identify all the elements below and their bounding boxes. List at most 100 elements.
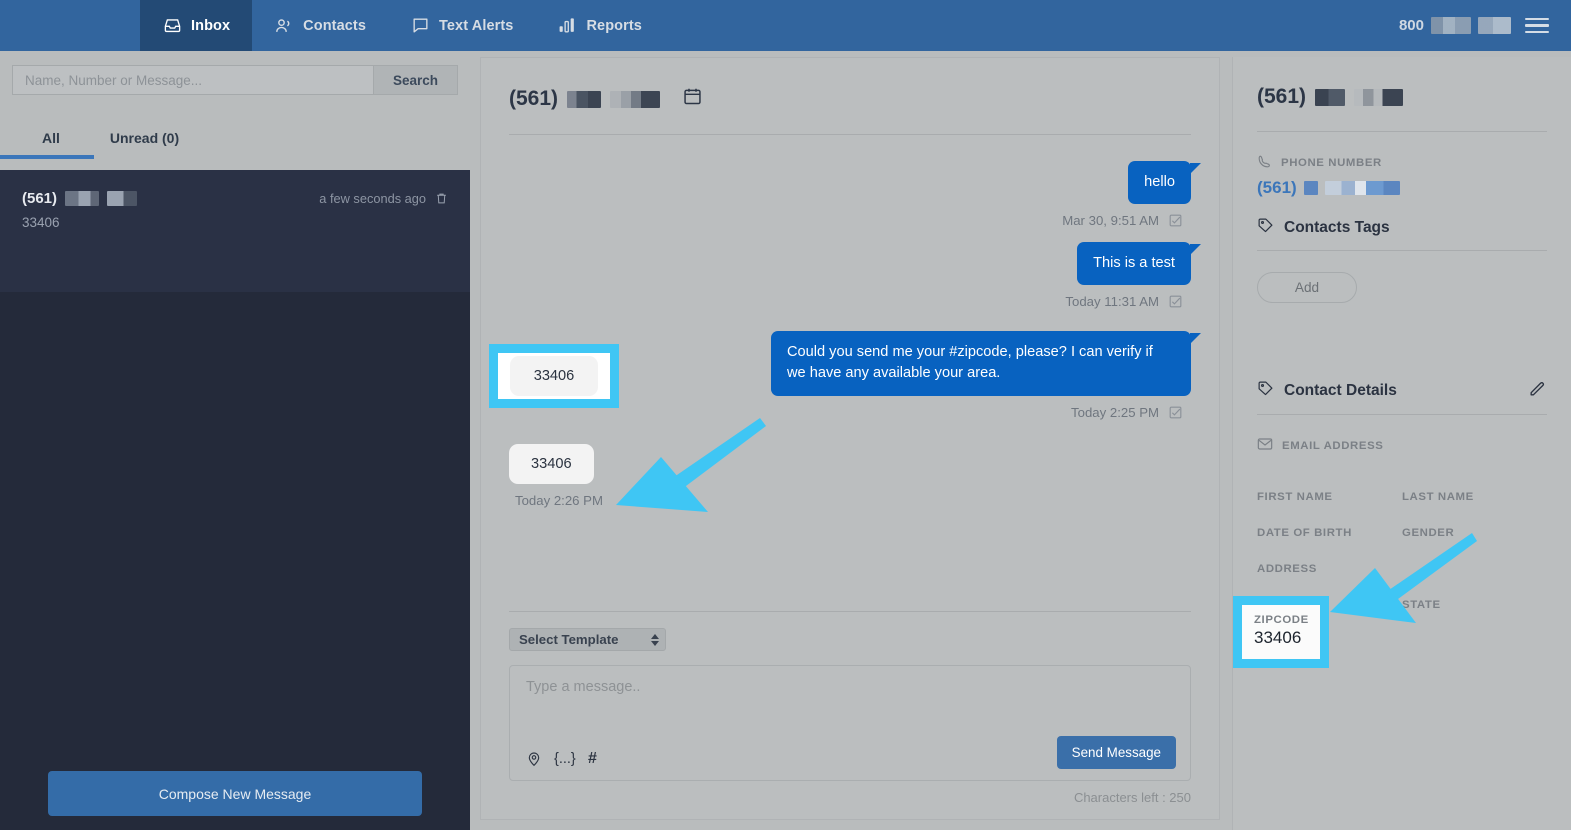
trash-icon[interactable] [435,191,448,206]
account-number[interactable]: 800 [1399,17,1511,34]
contact-details-section: Contact Details EMAIL ADDRESS FIRST NAME… [1257,379,1547,611]
nav-item-label-text-alerts: Text Alerts [439,17,514,34]
conversation-phone-prefix: (561) [509,87,559,110]
top-navigation-bar: Inbox Contacts Text Alerts Reports 800 [0,0,1571,51]
nav-right-group: 800 [1399,0,1571,51]
incoming-message-bubble: 33406 [509,443,594,484]
list-item-phone-prefix: (561) [22,190,58,207]
conversation-header-row: (561) [509,86,1191,134]
redacted-block [107,191,138,206]
select-template-dropdown[interactable]: Select Template [509,628,666,651]
redacted-block [65,191,100,206]
redacted-block [610,90,661,108]
bar-chart-icon [557,16,577,36]
characters-left-counter: Characters left : 250 [1073,790,1191,805]
contact-details-panel: (561) PHONE NUMBER (561) Contacts Tags A… [1232,57,1571,830]
last-name-label: LAST NAME [1402,491,1474,503]
location-pin-icon[interactable] [526,750,542,768]
hamburger-menu-icon[interactable] [1525,14,1549,37]
tab-unread[interactable]: Unread (0) [100,130,189,159]
email-address-label: EMAIL ADDRESS [1282,439,1384,452]
email-address-label-row: EMAIL ADDRESS [1257,437,1547,454]
message-row: This is a test Today 11:31 AM [509,242,1201,310]
phone-number-label-row: PHONE NUMBER [1257,154,1547,172]
tab-all[interactable]: All [0,130,94,159]
contact-fields-grid: FIRST NAME LAST NAME DATE OF BIRTH GENDE… [1257,491,1547,611]
composer-tools: {...} # [526,750,597,768]
compose-area: Select Template Type a message.. {...} # [481,611,1219,819]
add-tag-button[interactable]: Add [1257,272,1357,303]
search-row: Search [0,51,470,107]
outgoing-message-bubble: This is a test [1077,242,1201,286]
message-row: hello Mar 30, 9:51 AM [509,161,1201,228]
inbox-icon [162,16,182,36]
tab-all-label: All [42,130,60,146]
outgoing-message-bubble: hello [1128,161,1201,205]
date-of-birth-label: DATE OF BIRTH [1257,527,1352,539]
first-name-label: FIRST NAME [1257,491,1333,503]
list-item-meta: a few seconds ago [319,191,448,206]
nav-left-spacer [0,0,140,51]
contacts-tags-title: Contacts Tags [1284,219,1390,236]
merge-field-icon[interactable]: {...} [554,751,576,767]
message-timestamp: Today 11:31 AM [1065,294,1159,310]
list-item-timestamp: a few seconds ago [319,191,426,206]
nav-item-label-inbox: Inbox [191,17,231,34]
redacted-block [1431,17,1471,34]
conversation-panel: (561) hello Mar 30, 9:51 AM This is a te… [480,57,1220,820]
phone-value-prefix: (561) [1257,178,1297,197]
app-root: Inbox Contacts Text Alerts Reports 800 N… [0,0,1571,830]
message-timestamp: Today 2:26 PM [515,492,603,508]
message-timestamp-row: Mar 30, 9:51 AM [1062,213,1183,228]
nav-item-text-alerts[interactable]: Text Alerts [388,0,535,51]
nav-item-inbox[interactable]: Inbox [140,0,253,51]
conversation-contact-phone: (561) [509,87,661,111]
contact-phone-heading: (561) [1257,85,1547,109]
select-template-label: Select Template [519,632,619,647]
nav-item-reports[interactable]: Reports [535,0,664,51]
phone-number-value[interactable]: (561) [1257,178,1547,198]
contacts-tags-header: Contacts Tags [1257,217,1547,239]
outgoing-message-bubble: Could you send me your #zipcode, please?… [771,331,1201,396]
send-message-button[interactable]: Send Message [1056,736,1176,769]
nav-item-label-reports: Reports [586,17,642,34]
nav-item-contacts[interactable]: Contacts [252,0,388,51]
message-composer[interactable]: Type a message.. {...} # Send Message [509,665,1191,781]
gender-label: GENDER [1402,527,1455,539]
search-button[interactable]: Search [373,65,458,95]
list-item-preview: 33406 [22,215,60,230]
incoming-message-bubble-highlighted: 33406 [509,356,599,396]
chat-bubble-icon [410,16,430,36]
redacted-block [1303,181,1318,195]
list-item[interactable]: (561) a few seconds ago 33406 [0,170,470,292]
tag-icon [1257,217,1274,239]
envelope-icon [1257,437,1273,454]
tag-icon [1257,380,1274,402]
redacted-block [1324,181,1400,195]
search-input[interactable] [12,65,373,95]
phone-number-label: PHONE NUMBER [1281,157,1382,169]
calendar-icon[interactable] [682,86,703,112]
compose-button-wrapper: Compose New Message [0,771,470,816]
message-timestamp: Today 2:25 PM [1071,404,1159,420]
delivered-check-icon [1168,405,1183,420]
state-label: STATE [1402,599,1441,611]
phone-icon [1257,154,1272,172]
panel-divider [1257,131,1547,132]
account-prefix: 800 [1398,17,1424,34]
section-divider [1257,414,1547,415]
nav-item-label-contacts: Contacts [303,17,367,34]
contact-details-header: Contact Details [1257,379,1547,403]
conversations-sidebar: Search All Unread (0) (561) a few s [0,51,470,830]
template-row: Select Template [509,612,1191,665]
delivered-check-icon [1168,213,1183,228]
chevron-updown-icon [651,633,659,646]
phone-number-field: PHONE NUMBER (561) [1257,154,1547,198]
address-spacer [1402,563,1547,575]
compose-new-message-button[interactable]: Compose New Message [48,771,422,816]
hashtag-icon[interactable]: # [588,750,597,768]
tab-unread-label: Unread (0) [109,130,180,146]
pencil-edit-icon[interactable] [1528,379,1547,403]
conversation-filter-tabs: All Unread (0) [0,107,470,159]
contacts-icon [274,16,294,36]
